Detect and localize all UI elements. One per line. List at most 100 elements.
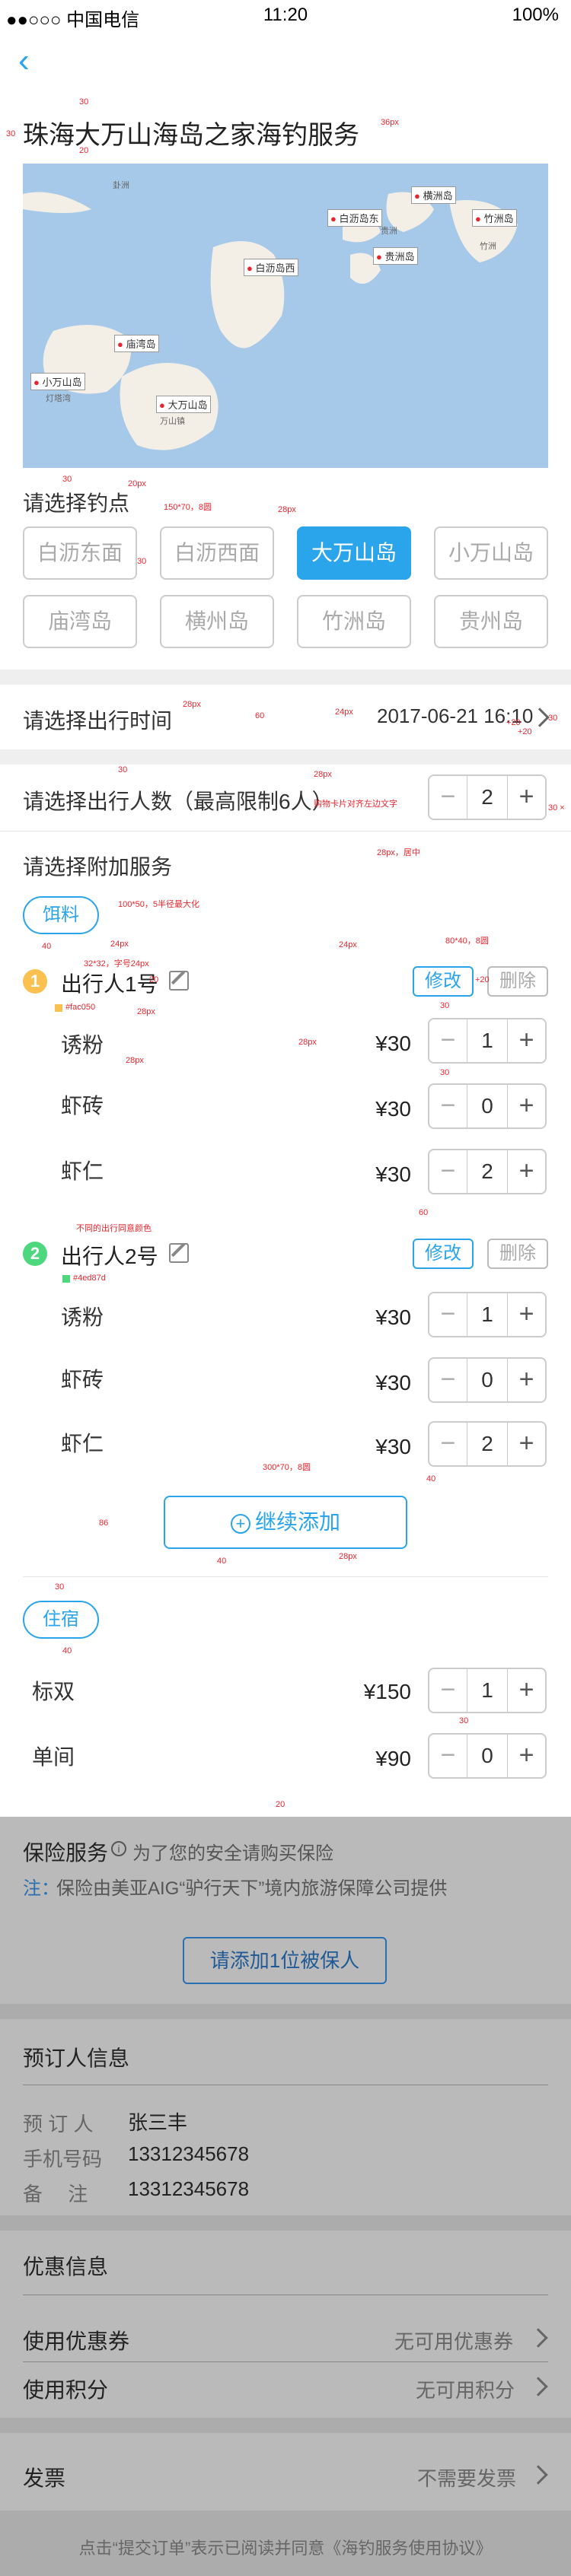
map-pin[interactable]: ● 竹洲岛 [472,209,517,227]
spot-option[interactable]: 白沥西面 [160,526,274,580]
annotation: #fac050 [65,1003,96,1012]
spot-option[interactable]: 横州岛 [160,595,274,648]
lodging-pill[interactable]: 住宿 [23,1601,99,1639]
minus-button[interactable]: − [429,1150,467,1193]
minus-button[interactable]: − [429,1293,467,1336]
spot-option[interactable]: 竹洲岛 [297,595,411,648]
minus-button[interactable]: − [429,1085,467,1127]
addon-item-name: 虾砖 [61,1368,104,1391]
map-pin-icon: ● [117,339,123,350]
addon-stepper[interactable]: − 0 + [428,1357,547,1403]
map-pin[interactable]: ● 庙湾岛 [114,335,159,352]
island-map[interactable]: 卦洲 竹洲 贵洲 万山镇 灯塔湾 ● 横洲岛 ● 白沥岛东 ● 竹洲岛 ● 贵洲… [23,164,548,468]
plus-button[interactable]: + [507,1293,545,1336]
spot-option-selected[interactable]: 大万山岛 [297,526,411,580]
plus-button[interactable]: + [507,1085,545,1127]
plus-button[interactable]: + [507,1735,545,1777]
traveler-name: 出行人1号 [61,972,158,996]
plus-button[interactable]: + [507,1150,545,1193]
edit-traveler-button[interactable]: 修改 [413,1239,474,1269]
annotation: 30 [548,714,558,723]
points-value[interactable]: 无可用积分 [416,2375,515,2403]
room-qty: 0 [481,1744,493,1767]
minus-button[interactable]: − [429,1735,467,1777]
map-pin[interactable]: ● 白沥岛东 [327,209,382,227]
people-count: 2 [481,785,493,809]
addon-qty: 2 [481,1159,493,1183]
addon-item-name: 诱粉 [61,1305,104,1329]
chevron-left-icon[interactable]: ‹ [18,44,37,78]
bait-pill[interactable]: 饵料 [23,896,99,934]
map-pin[interactable]: ● 贵洲岛 [373,247,418,265]
addon-item-price: ¥30 [375,1305,411,1329]
plus-button[interactable]: + [507,1423,545,1465]
info-icon[interactable]: i [111,1841,126,1856]
invoice-value[interactable]: 不需要发票 [417,2463,516,2492]
coupon-value[interactable]: 无可用优惠券 [394,2326,513,2355]
add-insured-button[interactable]: 请添加1位被保人 [183,1937,387,1984]
spot-option[interactable]: 庙湾岛 [23,595,137,648]
addon-item-price: ¥30 [375,1435,411,1458]
addon-stepper[interactable]: − 1 + [428,1018,547,1064]
booker-remark-label: 备 注 [23,2183,88,2206]
addon-item-name: 虾仁 [61,1432,104,1455]
annotation: 28px [314,770,332,779]
people-stepper[interactable]: − 2 + [428,774,547,820]
room-price: ¥90 [375,1747,411,1770]
plus-circle-icon: + [230,1513,250,1534]
annotation: 30 × [548,803,565,813]
addon-stepper[interactable]: − 2 + [428,1421,547,1467]
annotation: 60 [255,711,265,720]
section-separator [0,2004,571,2019]
delete-traveler-button[interactable]: 删除 [487,966,548,997]
addon-item-price: ¥30 [375,1371,411,1395]
invoice-label: 发票 [23,2466,66,2490]
map-pin[interactable]: ● 小万山岛 [30,373,85,390]
plus-button[interactable]: + [507,776,545,819]
section-separator [0,669,571,685]
delete-traveler-button[interactable]: 删除 [487,1239,548,1269]
agreement-text[interactable]: 点击“提交订单”表示已阅读并同意《海钓服务使用协议》 [0,2535,571,2559]
room-stepper[interactable]: − 1 + [428,1668,547,1713]
spot-option[interactable]: 小万山岛 [434,526,548,580]
insurance-note-prefix: 注： [23,1878,59,1899]
map-pin[interactable]: ● 白沥岛西 [244,259,298,276]
spot-option[interactable]: 贵州岛 [434,595,548,648]
addon-item-price: ¥30 [375,1097,411,1121]
minus-button[interactable]: − [429,1019,467,1062]
map-pin[interactable]: ● 横洲岛 [411,186,456,204]
continue-add-button[interactable]: + 继续添加 [164,1496,407,1549]
addon-stepper[interactable]: − 1 + [428,1292,547,1337]
annotation: +20 [475,975,490,984]
plus-button[interactable]: + [507,1669,545,1712]
edit-pencil-icon[interactable] [169,1243,189,1263]
traveler-name: 出行人2号 [61,1245,158,1268]
addon-stepper[interactable]: − 0 + [428,1083,547,1129]
edit-pencil-icon[interactable] [169,971,189,991]
minus-button[interactable]: − [429,1359,467,1401]
addon-qty: 0 [481,1094,493,1118]
addon-item-name: 虾砖 [61,1094,104,1118]
minus-button[interactable]: − [429,776,467,819]
plus-button[interactable]: + [507,1359,545,1401]
minus-button[interactable]: − [429,1423,467,1465]
room-stepper[interactable]: − 0 + [428,1733,547,1779]
page: { "status": {"carrier": "●●○○○ 中国电信", "t… [0,0,571,2576]
edit-traveler-button[interactable]: 修改 [413,966,474,997]
extra-label: 请选择附加服务 [23,855,173,879]
annotation: 100*50，5半径最大化 [118,900,199,909]
spot-option[interactable]: 白沥东面 [23,526,137,580]
annotation: 24px [110,940,129,949]
addon-qty: 2 [481,1432,493,1455]
room-name: 单间 [32,1745,75,1769]
map-pin[interactable]: ● 大万山岛 [156,396,211,413]
addon-stepper[interactable]: − 2 + [428,1149,547,1194]
divider [23,2361,548,2362]
addon-qty: 1 [481,1302,493,1326]
plus-button[interactable]: + [507,1019,545,1062]
minus-button[interactable]: − [429,1669,467,1712]
annotation: 300*70，8圆 [263,1463,311,1472]
annotation: 24px [339,940,357,949]
annotation: 30 [55,1582,65,1592]
annotation: 30 [79,97,89,107]
